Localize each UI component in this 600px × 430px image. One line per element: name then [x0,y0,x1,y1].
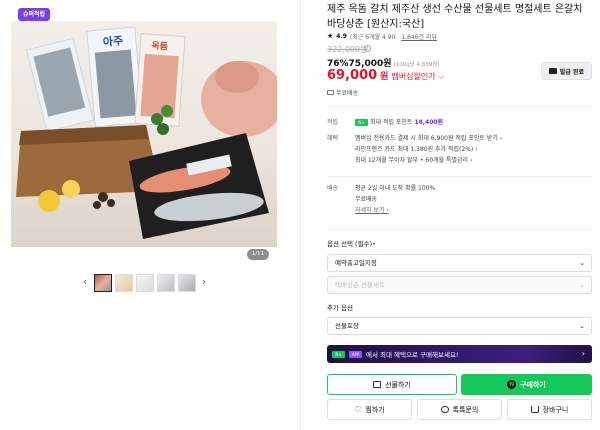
talk-label: 톡톡문의 [452,405,479,414]
svg-text:아주: 아주 [102,33,123,49]
review-count-link[interactable]: 1,646건 리뷰 [401,32,437,41]
buy-button[interactable]: N 구매하기 [461,374,592,395]
coupon-icon [548,68,557,74]
thumb-next-icon[interactable]: › [199,274,209,292]
delivery-row: 배송 평균 2일 이내 도착 확률 100% 무료배송 자세히 보기 › [327,183,593,217]
point-label: 적립 [327,119,339,126]
chevron-down-icon: ⌄ [579,322,585,330]
delivery-eta: 평균 2일 이내 도착 확률 100% [355,185,436,192]
talk-inquiry-button[interactable]: 톡톡문의 [417,399,502,420]
svg-text:옥돔: 옥돔 [151,40,168,52]
delivery-detail-link[interactable]: 자세히 보기 › [355,205,435,216]
gift-label: 선물하기 [385,380,411,389]
product-photo: 아주 옥돔 [16,26,277,239]
app-promo-banner[interactable]: N+ APP 에서 최대 혜택으로 구매해보세요! › [327,345,592,363]
option-select-label: 옵션 선택 (필수)• [327,238,376,248]
rating-note: (최근 6개월 4.90 [349,33,396,41]
benefit-row: 혜택 멤버십 전용카드 결제 시 최대 6,900원 적립 포인트 받기 › 라… [327,133,593,167]
benefit-item[interactable]: 멤버십 전용카드 결제 시 최대 6,900원 적립 포인트 받기 › [355,133,502,144]
thumbnail-3[interactable] [136,274,154,292]
original-price: 322,000원 [327,45,368,54]
delivery-fee: 무료배송 [355,196,378,203]
extra-option-select[interactable]: 선물포장 ⌄ [327,317,592,335]
option-select-1[interactable]: 예약출고일지정 ⌄ [327,254,592,272]
divider [327,229,593,230]
option-select-text: 옵션 선택 (필수) [327,240,373,248]
cart-button[interactable]: 장바구니 [507,399,592,420]
point-amount: 18,400원 [414,119,444,126]
option-select-2[interactable]: 택배상춘 선물세트 ⌄ [327,276,592,294]
rating-row: ★ 4.9 (최근 6개월 4.90 1,646건 리뷰 [327,31,437,41]
free-shipping-text: 무료배송 [336,90,359,97]
option-select-1-value: 예약출고일지정 [335,259,377,267]
promo-text: 에서 최대 혜택으로 구매해보세요! [366,351,459,359]
extra-option-value: 선물포장 [335,322,359,330]
cart-icon [530,406,539,413]
divider [327,106,593,107]
point-row: 적립 N+ 최대 적립 포인트 18,400원 [327,117,593,128]
thumbnail-1[interactable] [94,274,112,292]
member-discount-toggle[interactable]: 멤버십할인가 ⌵ [391,71,444,82]
heart-icon: ♡ [354,405,362,414]
coupon-button[interactable]: 발급 완료 [541,62,592,80]
option-select-2-value: 택배상춘 선물세트 [335,281,385,289]
wish-button[interactable]: ♡ 찜하기 [327,399,412,420]
thumbnail-5[interactable] [178,274,196,292]
delivery-label: 배송 [327,185,339,192]
member-price-row: 69,000 원 멤버십할인가 ⌵ [327,68,444,83]
divider [327,176,593,177]
star-icon: ★ [327,32,334,40]
rating-score: 4.9 [336,32,347,40]
buy-label: 구매하기 [520,380,546,389]
benefit-list: 멤버십 전용카드 결제 시 최대 6,900원 적립 포인트 받기 › 라인프렌… [355,133,502,166]
coupon-label: 발급 완료 [559,68,585,76]
point-text: 최대 적립 포인트 [370,119,413,126]
super-point-badge: 슈퍼적립 [18,8,51,21]
gift-icon [373,381,382,388]
extra-option-label: 추가 옵션 [327,304,353,312]
column-divider [300,0,301,430]
chevron-down-icon: ⌄ [579,281,585,289]
shipping-summary: 무료배송 [327,88,358,97]
product-title: 제주 옥돔 갈치 제주산 생선 수산물 선물세트 명절세트 은갈치 바당상춘 [… [327,4,583,30]
truck-icon [327,90,334,95]
chevron-down-icon: ⌄ [579,259,585,267]
chevron-right-icon: › [581,349,585,358]
benefit-item[interactable]: 최대 12개월 무이자 할부 • 60개월 특별금리 › [355,155,502,166]
sale-price: 69,000 [327,68,378,83]
benefit-item[interactable]: 라인프렌즈 카드 최대 1,380원 추가 적립(2%) › [355,144,502,155]
sale-currency: 원 [380,72,389,82]
image-counter: 1/11 [247,249,269,260]
cart-label: 장바구니 [542,405,569,414]
thumbnail-4[interactable] [157,274,175,292]
thumbnail-strip: ‹ › [80,274,220,292]
app-chip: APP [349,350,362,358]
required-mark: • [372,240,376,248]
npay-icon: N+ [355,119,368,126]
thumbnail-2[interactable] [115,274,133,292]
chat-icon [440,406,449,413]
benefit-label: 혜택 [327,135,339,142]
point-value-line[interactable]: N+ 최대 적립 포인트 18,400원 [355,117,443,128]
naver-pay-icon: N [507,380,517,389]
gift-button[interactable]: 선물하기 [327,374,457,395]
wish-label: 찜하기 [365,405,385,414]
npay-icon: N+ [332,350,345,358]
thumb-prev-icon[interactable]: ‹ [80,274,90,292]
product-main-image[interactable]: 아주 옥돔 [11,21,277,247]
delivery-info: 평균 2일 이내 도착 확률 100% 무료배송 자세히 보기 › [355,183,435,216]
info-icon[interactable]: i [364,45,371,52]
